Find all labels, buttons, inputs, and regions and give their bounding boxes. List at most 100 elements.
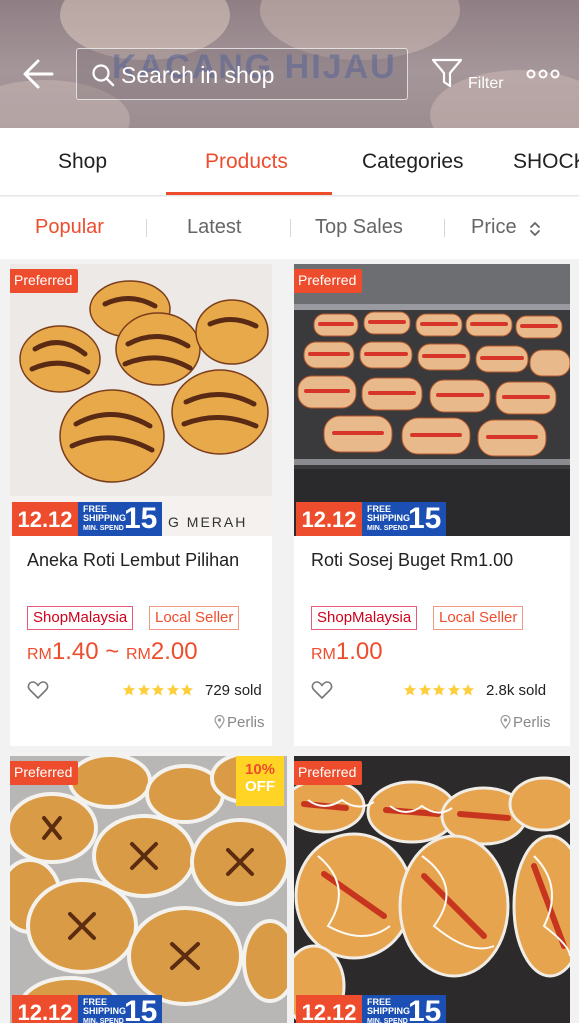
seller-location: Perlis (500, 714, 551, 731)
promo-event-label: 12.12 (296, 502, 362, 536)
promo-event-label: 12.12 (12, 995, 78, 1023)
preferred-badge: Preferred (10, 761, 79, 785)
discount-percent: 10% (244, 761, 276, 778)
product-image (10, 264, 272, 536)
shop-tabs: Shop Products Categories SHOCK (0, 128, 579, 196)
product-card[interactable]: G MERAH Preferred 12.12 FREE SHIPPING MI… (10, 264, 272, 746)
discount-off-label: OFF (245, 778, 275, 795)
price-currency: RM (125, 646, 151, 663)
min-spend-text: MIN. SPEND (83, 1018, 124, 1023)
shop-header: KACANG HIJAU Search in shop Filter (0, 0, 579, 128)
shop-malaysia-tag: ShopMalaysia (27, 606, 134, 630)
star-icon (447, 684, 460, 696)
product-card[interactable]: Preferred 12.12 FREE SHIPPING MIN. SPEND… (294, 264, 570, 746)
min-spend-amount: 15 (408, 502, 442, 535)
local-seller-tag: Local Seller (433, 606, 524, 630)
discount-badge: 10% OFF (236, 756, 284, 806)
product-price: RM1.00 (311, 638, 383, 666)
promo-banner: 12.12 FREE SHIPPING MIN. SPEND 15 (296, 995, 446, 1023)
free-shipping-text: FREE SHIPPING (367, 504, 411, 523)
star-icon (404, 684, 416, 696)
free-shipping-badge: FREE SHIPPING MIN. SPEND 15 (362, 995, 446, 1023)
location-pin-icon (500, 715, 511, 729)
location-text: Perlis (513, 714, 551, 731)
star-icon (418, 684, 431, 696)
heart-icon[interactable] (27, 680, 49, 700)
sold-count: 729 sold (205, 682, 262, 699)
search-input[interactable]: Search in shop (76, 48, 408, 100)
price-currency: RM (27, 646, 52, 663)
sold-count: 2.8k sold (486, 682, 547, 699)
price-range-separator: ~ (98, 638, 126, 665)
active-tab-indicator (166, 192, 332, 195)
rating-stars (403, 683, 476, 699)
min-spend-amount: 15 (124, 995, 158, 1023)
sort-latest[interactable]: Latest (187, 216, 241, 239)
sort-price-arrows-icon[interactable] (528, 220, 542, 238)
price-currency: RM (311, 646, 336, 663)
location-text: Perlis (227, 714, 265, 731)
free-shipping-text: FREE SHIPPING (83, 504, 127, 523)
back-button[interactable] (18, 52, 62, 96)
rating-stars (122, 683, 195, 699)
price-min: 1.40 (51, 638, 99, 665)
tab-categories[interactable]: Categories (362, 150, 464, 174)
preferred-badge: Preferred (10, 269, 79, 293)
tab-shock[interactable]: SHOCK (513, 150, 579, 174)
promo-event-label: 12.12 (296, 995, 362, 1023)
min-spend-amount: 15 (408, 995, 442, 1023)
product-card[interactable]: Preferred 10% OFF 12.12 FREE SHIPPING MI… (10, 756, 287, 1023)
image-watermark-text: G MERAH (168, 514, 248, 530)
star-icon (123, 684, 135, 696)
sort-divider (146, 219, 147, 237)
filter-icon (431, 58, 463, 88)
heart-icon[interactable] (311, 680, 333, 700)
min-spend-text: MIN. SPEND (367, 1018, 408, 1023)
location-pin-icon (214, 715, 225, 729)
local-seller-tag: Local Seller (149, 606, 240, 630)
free-shipping-text: FREE SHIPPING (83, 997, 127, 1016)
min-spend-amount: 15 (124, 502, 158, 535)
sort-popular[interactable]: Popular (35, 216, 104, 239)
promo-banner: 12.12 FREE SHIPPING MIN. SPEND 15 (12, 502, 162, 536)
promo-event-label: 12.12 (12, 502, 78, 536)
star-icon (152, 684, 164, 696)
product-card[interactable]: Preferred 12.12 FREE SHIPPING MIN. SPEND… (294, 756, 570, 1023)
shop-malaysia-tag: ShopMalaysia (311, 606, 418, 630)
free-shipping-text: FREE SHIPPING (367, 997, 411, 1016)
product-image (294, 756, 570, 1023)
free-shipping-badge: FREE SHIPPING MIN. SPEND 15 (78, 502, 162, 536)
more-options-button[interactable] (524, 62, 564, 86)
sort-price[interactable]: Price (471, 216, 517, 239)
filter-label: Filter (468, 75, 504, 92)
star-icon (181, 684, 193, 696)
free-shipping-badge: FREE SHIPPING MIN. SPEND 15 (362, 502, 446, 536)
promo-banner: 12.12 FREE SHIPPING MIN. SPEND 15 (296, 502, 446, 536)
preferred-badge: Preferred (294, 269, 363, 293)
search-icon (92, 64, 115, 87)
sort-divider (290, 219, 291, 237)
tab-products[interactable]: Products (205, 150, 288, 174)
price-max: 2.00 (150, 638, 198, 665)
star-icon (166, 684, 179, 696)
star-icon (462, 684, 474, 696)
tab-shop[interactable]: Shop (58, 150, 107, 174)
price-value: 1.00 (335, 638, 383, 665)
star-icon (137, 684, 150, 696)
more-dots-icon (526, 69, 560, 79)
product-name: Aneka Roti Lembut Pilihan (27, 550, 240, 570)
min-spend-text: MIN. SPEND (367, 525, 408, 532)
sort-divider (444, 219, 445, 237)
product-image (294, 264, 570, 536)
preferred-badge: Preferred (294, 761, 363, 785)
promo-banner: 12.12 FREE SHIPPING MIN. SPEND 15 (12, 995, 162, 1023)
seller-location: Perlis (214, 714, 265, 731)
free-shipping-badge: FREE SHIPPING MIN. SPEND 15 (78, 995, 162, 1023)
min-spend-text: MIN. SPEND (83, 525, 124, 532)
sort-top-sales[interactable]: Top Sales (315, 216, 403, 239)
filter-button[interactable]: Filter (430, 52, 510, 100)
product-price: RM1.40 ~ RM2.00 (27, 638, 198, 666)
star-icon (433, 684, 445, 696)
search-placeholder: Search in shop (121, 62, 275, 88)
sort-bar: Popular Latest Top Sales Price (0, 197, 579, 259)
